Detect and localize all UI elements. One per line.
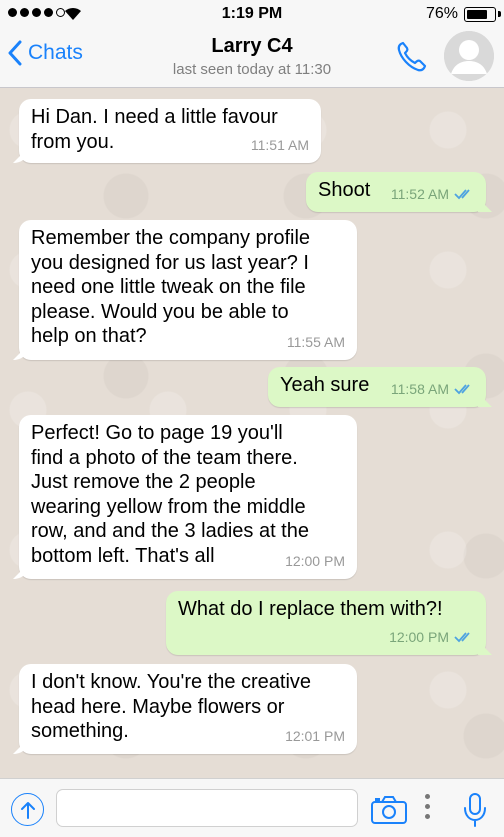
battery-fill <box>467 10 487 19</box>
message-bubble-outgoing[interactable]: Shoot 11:52 AM <box>306 172 486 212</box>
message-bubble-incoming[interactable]: Remember the company profile you designe… <box>19 220 357 360</box>
message-time: 11:58 AM <box>390 380 449 397</box>
message-bubble-outgoing[interactable]: What do I replace them with?! 12:00 PM <box>166 591 486 655</box>
more-vertical-icon[interactable] <box>425 794 430 819</box>
battery-percentage: 76% <box>425 5 458 22</box>
microphone-icon[interactable] <box>462 792 488 828</box>
battery-icon <box>464 7 496 22</box>
message-input-bar <box>0 778 504 837</box>
status-bar: 1:19 PM 76% <box>0 0 504 28</box>
phone-icon[interactable] <box>395 40 429 74</box>
message-time: 11:51 AM <box>250 136 309 153</box>
double-check-icon <box>454 189 470 200</box>
chat-header: Chats Larry C4 last seen today at 11:30 <box>0 28 504 88</box>
message-time: 12:01 PM <box>285 727 345 744</box>
upload-button[interactable] <box>11 793 44 826</box>
message-time: 12:00 PM <box>389 628 449 645</box>
double-check-icon <box>454 632 470 643</box>
battery-tip <box>498 11 501 17</box>
message-time: 12:00 PM <box>285 552 345 569</box>
message-input[interactable] <box>56 789 358 827</box>
message-bubble-outgoing[interactable]: Yeah sure 11:58 AM <box>268 367 486 407</box>
camera-icon[interactable] <box>370 795 408 825</box>
message-bubble-incoming[interactable]: I don't know. You're the creative head h… <box>19 664 357 754</box>
message-time: 11:55 AM <box>286 333 345 350</box>
message-bubble-incoming[interactable]: Perfect! Go to page 19 you'll find a pho… <box>19 415 357 579</box>
double-check-icon <box>454 384 470 395</box>
message-text: What do I replace them with?! <box>178 598 443 620</box>
contact-avatar[interactable] <box>444 31 494 81</box>
default-avatar-icon <box>444 31 494 81</box>
message-list[interactable]: Hi Dan. I need a little favour from you.… <box>0 88 504 778</box>
message-bubble-incoming[interactable]: Hi Dan. I need a little favour from you.… <box>19 99 321 163</box>
arrow-up-circle-icon <box>20 801 35 819</box>
message-text: Perfect! Go to page 19 you'll find a pho… <box>31 422 309 567</box>
message-time: 11:52 AM <box>390 185 449 202</box>
